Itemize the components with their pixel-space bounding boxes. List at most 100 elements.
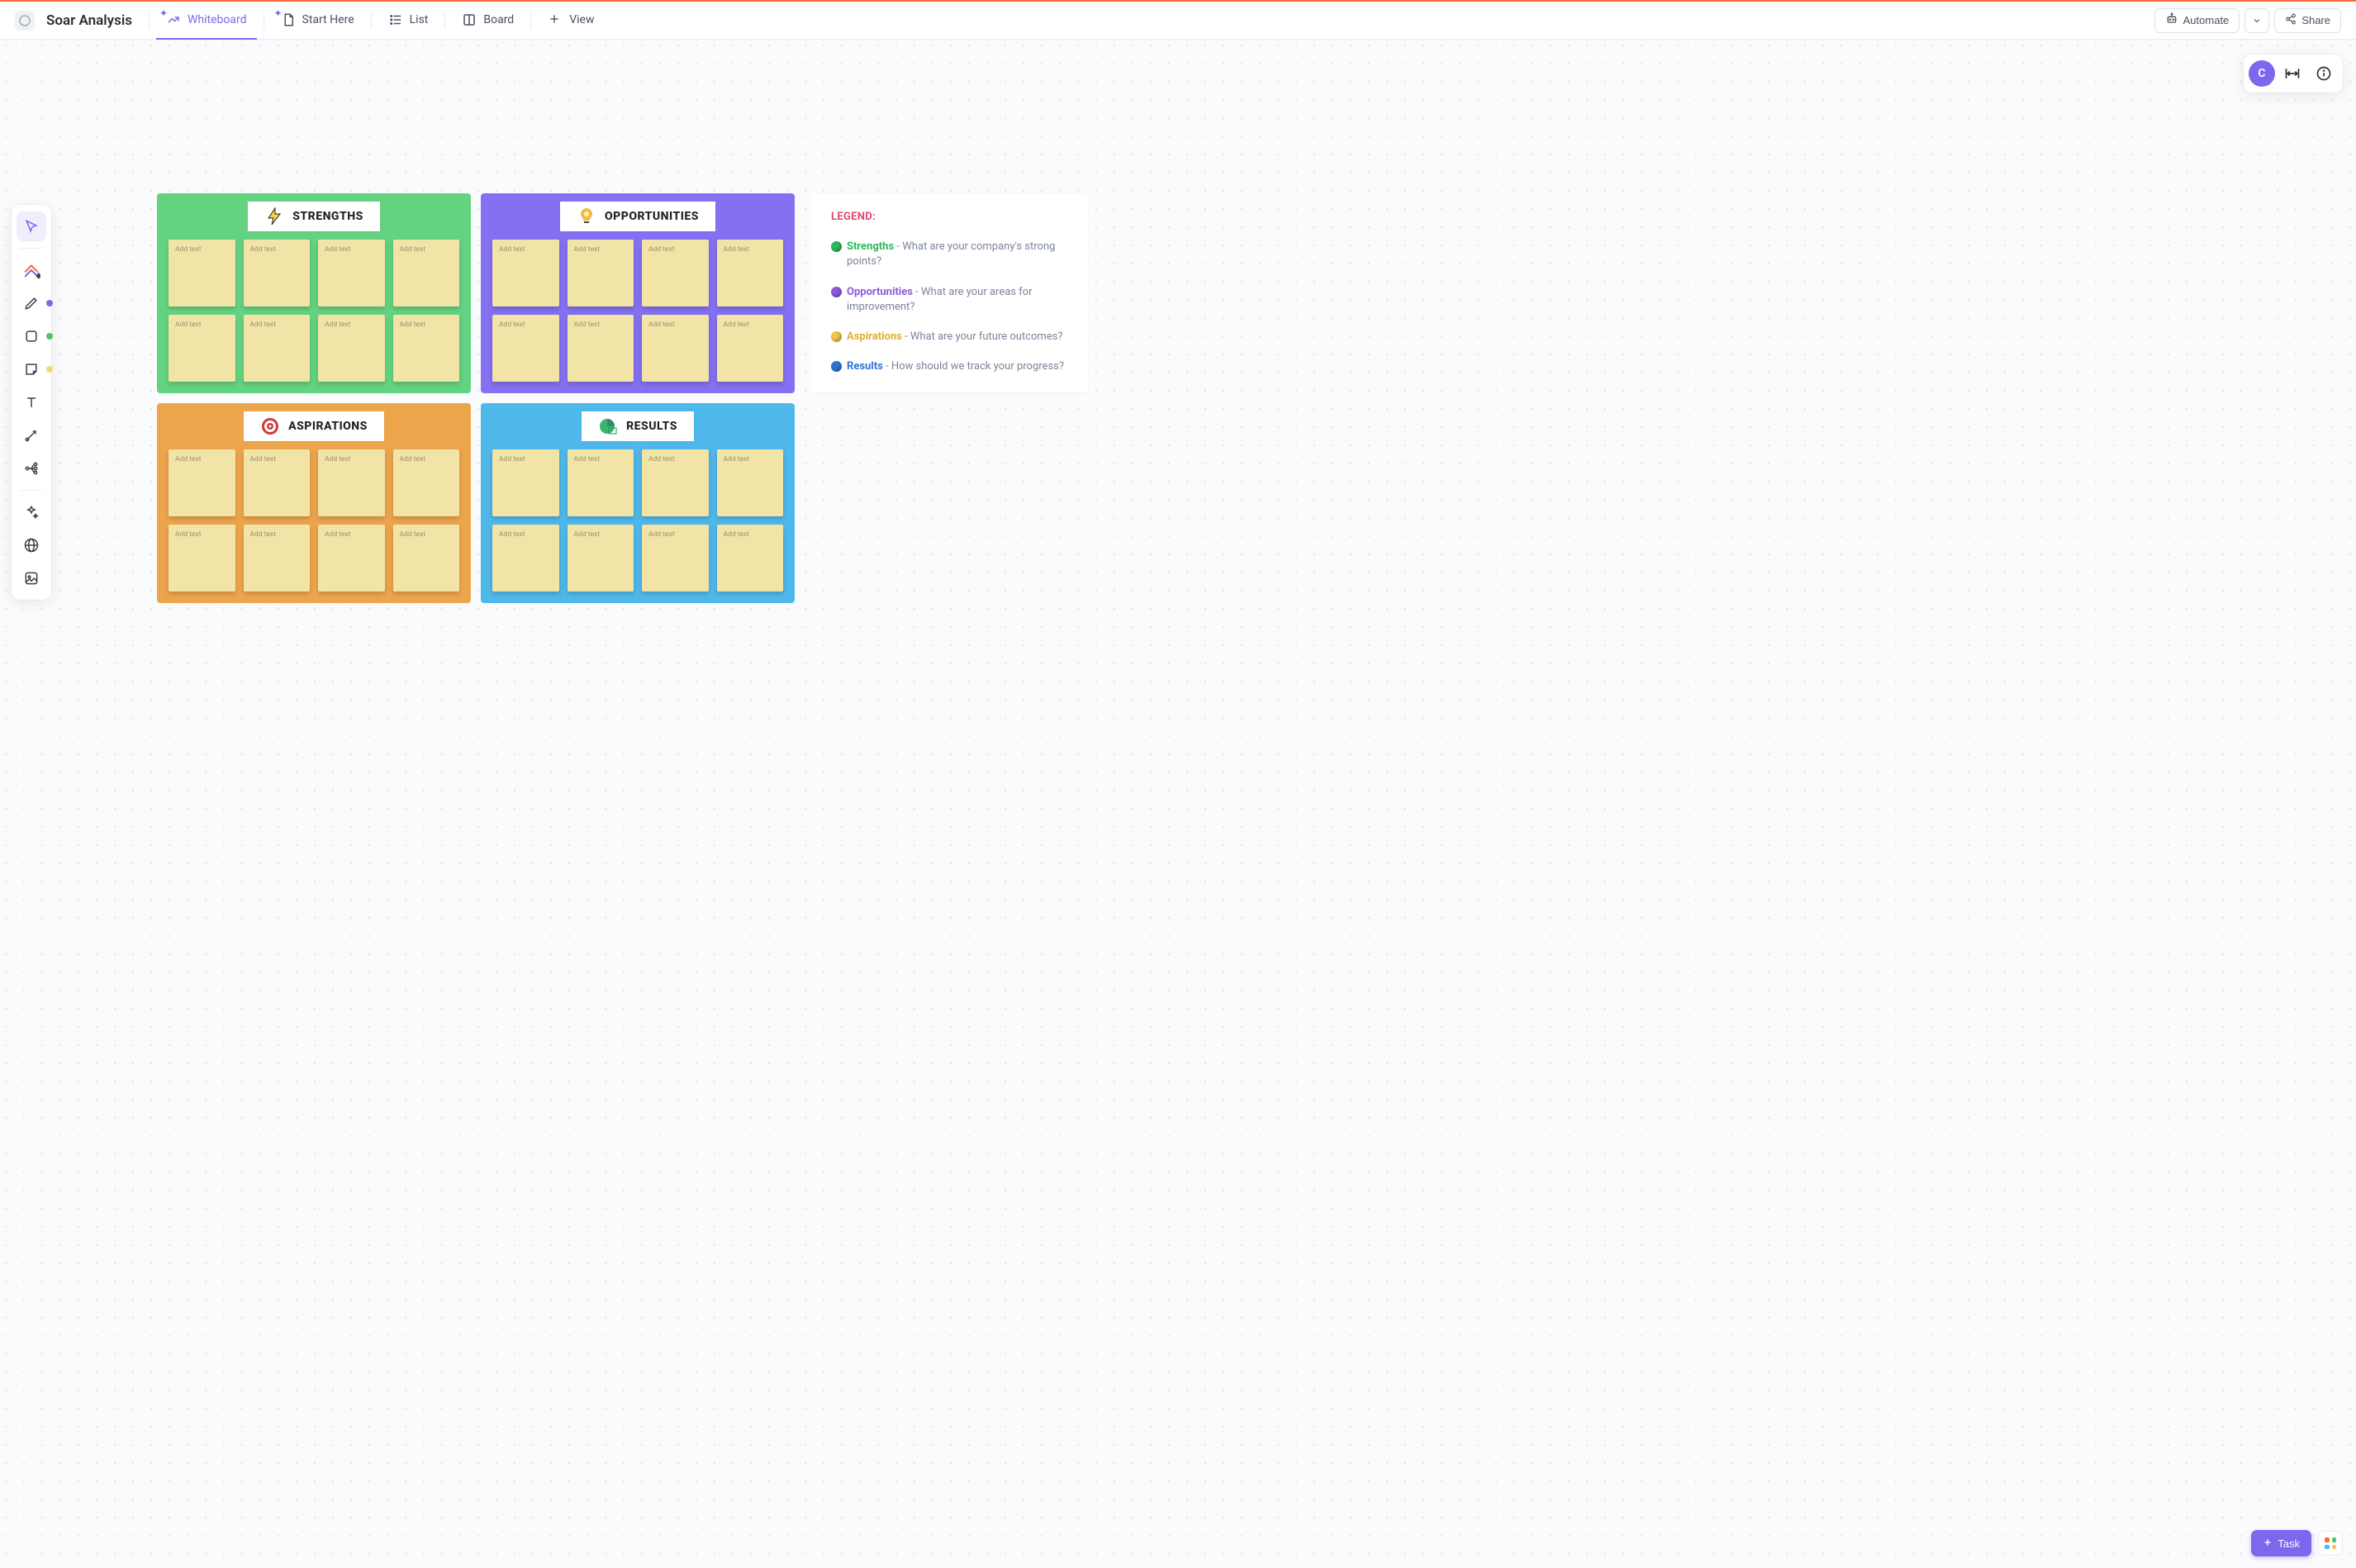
sticky-note[interactable]: Add text: [169, 315, 235, 382]
user-avatar[interactable]: C: [2249, 60, 2275, 87]
sticky-note[interactable]: Add text: [318, 240, 385, 306]
divider: [149, 12, 150, 29]
divider: [20, 248, 43, 249]
sticky-note[interactable]: Add text: [717, 525, 784, 592]
ai-tool[interactable]: [17, 497, 46, 527]
color-indicator: [46, 333, 53, 340]
panel-header: RESULTS: [582, 411, 694, 441]
panel-header: OPPORTUNITIES: [560, 202, 715, 231]
sticky-note[interactable]: Add text: [244, 525, 311, 592]
project-status-icon[interactable]: [15, 11, 35, 31]
sticky-note[interactable]: Add text: [492, 240, 559, 306]
sticky-note[interactable]: Add text: [244, 449, 311, 516]
legend-dot-icon: [831, 361, 842, 372]
mindmap-tool[interactable]: [17, 454, 46, 483]
notes-grid: Add text Add text Add text Add text Add …: [492, 240, 783, 382]
sticky-note[interactable]: Add text: [169, 525, 235, 592]
legend-key: Results: [847, 360, 883, 373]
legend-text: How should we track your progress?: [891, 360, 1064, 373]
automate-dropdown[interactable]: [2244, 8, 2269, 33]
sticky-note[interactable]: Add text: [568, 525, 634, 592]
apps-button[interactable]: [2318, 1531, 2343, 1556]
image-tool[interactable]: [17, 563, 46, 593]
panel-strengths[interactable]: STRENGTHS Add text Add text Add text Add…: [157, 193, 471, 393]
sticky-note[interactable]: Add text: [568, 315, 634, 382]
sticky-note[interactable]: Add text: [318, 449, 385, 516]
sticky-note[interactable]: Add text: [393, 315, 460, 382]
web-tool[interactable]: [17, 530, 46, 560]
sticky-note[interactable]: Add text: [169, 449, 235, 516]
sticky-note[interactable]: Add text: [642, 525, 709, 592]
board-icon: [462, 12, 477, 27]
connector-tool[interactable]: [17, 421, 46, 450]
robot-icon: [2165, 12, 2178, 28]
share-label: Share: [2301, 14, 2330, 26]
sticky-tool[interactable]: [17, 354, 46, 384]
tab-label: Board: [483, 13, 514, 26]
shape-tool[interactable]: [17, 321, 46, 351]
legend-card[interactable]: LEGEND: Strengths - What are your compan…: [811, 193, 1088, 392]
automate-button[interactable]: Automate: [2154, 8, 2240, 33]
sticky-note[interactable]: Add text: [318, 315, 385, 382]
panel-results[interactable]: RESULTS Add text Add text Add text Add t…: [481, 403, 795, 603]
tab-label: Whiteboard: [188, 13, 247, 26]
color-indicator: [46, 366, 53, 373]
sticky-note[interactable]: Add text: [492, 315, 559, 382]
panel-opportunities[interactable]: OPPORTUNITIES Add text Add text Add text…: [481, 193, 795, 393]
task-label: Task: [2278, 1537, 2300, 1550]
notes-grid: Add text Add text Add text Add text Add …: [169, 240, 459, 382]
notes-grid: Add text Add text Add text Add text Add …: [169, 449, 459, 592]
top-bar: Soar Analysis ✦ Whiteboard ✦ Start Here …: [0, 0, 2356, 40]
share-button[interactable]: Share: [2274, 8, 2341, 33]
whiteboard-canvas[interactable]: C +: [0, 40, 2356, 1568]
sticky-note[interactable]: Add text: [642, 315, 709, 382]
tab-add-view[interactable]: View: [538, 2, 604, 40]
sticky-note[interactable]: Add text: [717, 240, 784, 306]
tab-list[interactable]: List: [378, 2, 439, 40]
sticky-note[interactable]: Add text: [717, 315, 784, 382]
sticky-note[interactable]: Add text: [492, 449, 559, 516]
automate-label: Automate: [2183, 14, 2230, 26]
tab-label: Start Here: [302, 13, 354, 26]
hierarchy-tool[interactable]: +: [17, 255, 46, 285]
panel-header: STRENGTHS: [248, 202, 380, 231]
sticky-note[interactable]: Add text: [642, 449, 709, 516]
sticky-note[interactable]: Add text: [393, 240, 460, 306]
bottom-right-controls: Task: [2251, 1530, 2343, 1556]
chevron-down-icon: [2252, 16, 2262, 26]
divider: [444, 12, 445, 29]
divider: [371, 12, 372, 29]
page-title[interactable]: Soar Analysis: [46, 12, 132, 29]
text-tool[interactable]: [17, 387, 46, 417]
sticky-note[interactable]: Add text: [244, 240, 311, 306]
sticky-note[interactable]: Add text: [717, 449, 784, 516]
sticky-note[interactable]: Add text: [318, 525, 385, 592]
select-tool[interactable]: [17, 211, 46, 241]
tab-start-here[interactable]: ✦ Start Here: [271, 2, 364, 40]
tab-label: List: [410, 13, 429, 26]
sticky-note[interactable]: Add text: [244, 315, 311, 382]
divider: [20, 490, 43, 491]
tab-whiteboard[interactable]: ✦ Whiteboard: [156, 2, 257, 40]
sticky-note[interactable]: Add text: [568, 449, 634, 516]
fit-width-button[interactable]: [2278, 59, 2306, 88]
legend-row-aspirations: Aspirations - What are your future outco…: [831, 330, 1068, 344]
legend-key: Opportunities: [847, 286, 913, 298]
panel-aspirations[interactable]: ASPIRATIONS Add text Add text Add text A…: [157, 403, 471, 603]
plus-icon: [2263, 1537, 2273, 1550]
panel-title: RESULTS: [626, 420, 677, 433]
soar-board: STRENGTHS Add text Add text Add text Add…: [157, 193, 795, 603]
divider: [530, 12, 531, 29]
pen-tool[interactable]: [17, 288, 46, 318]
legend-row-opportunities: Opportunities - What are your areas for …: [831, 285, 1068, 315]
sticky-note[interactable]: Add text: [568, 240, 634, 306]
sticky-note[interactable]: Add text: [169, 240, 235, 306]
tab-board[interactable]: Board: [452, 2, 524, 40]
sticky-note[interactable]: Add text: [642, 240, 709, 306]
sticky-note[interactable]: Add text: [393, 525, 460, 592]
sticky-note[interactable]: Add text: [393, 449, 460, 516]
info-button[interactable]: [2310, 59, 2338, 88]
legend-dot-icon: [831, 287, 842, 297]
sticky-note[interactable]: Add text: [492, 525, 559, 592]
new-task-button[interactable]: Task: [2251, 1530, 2311, 1556]
